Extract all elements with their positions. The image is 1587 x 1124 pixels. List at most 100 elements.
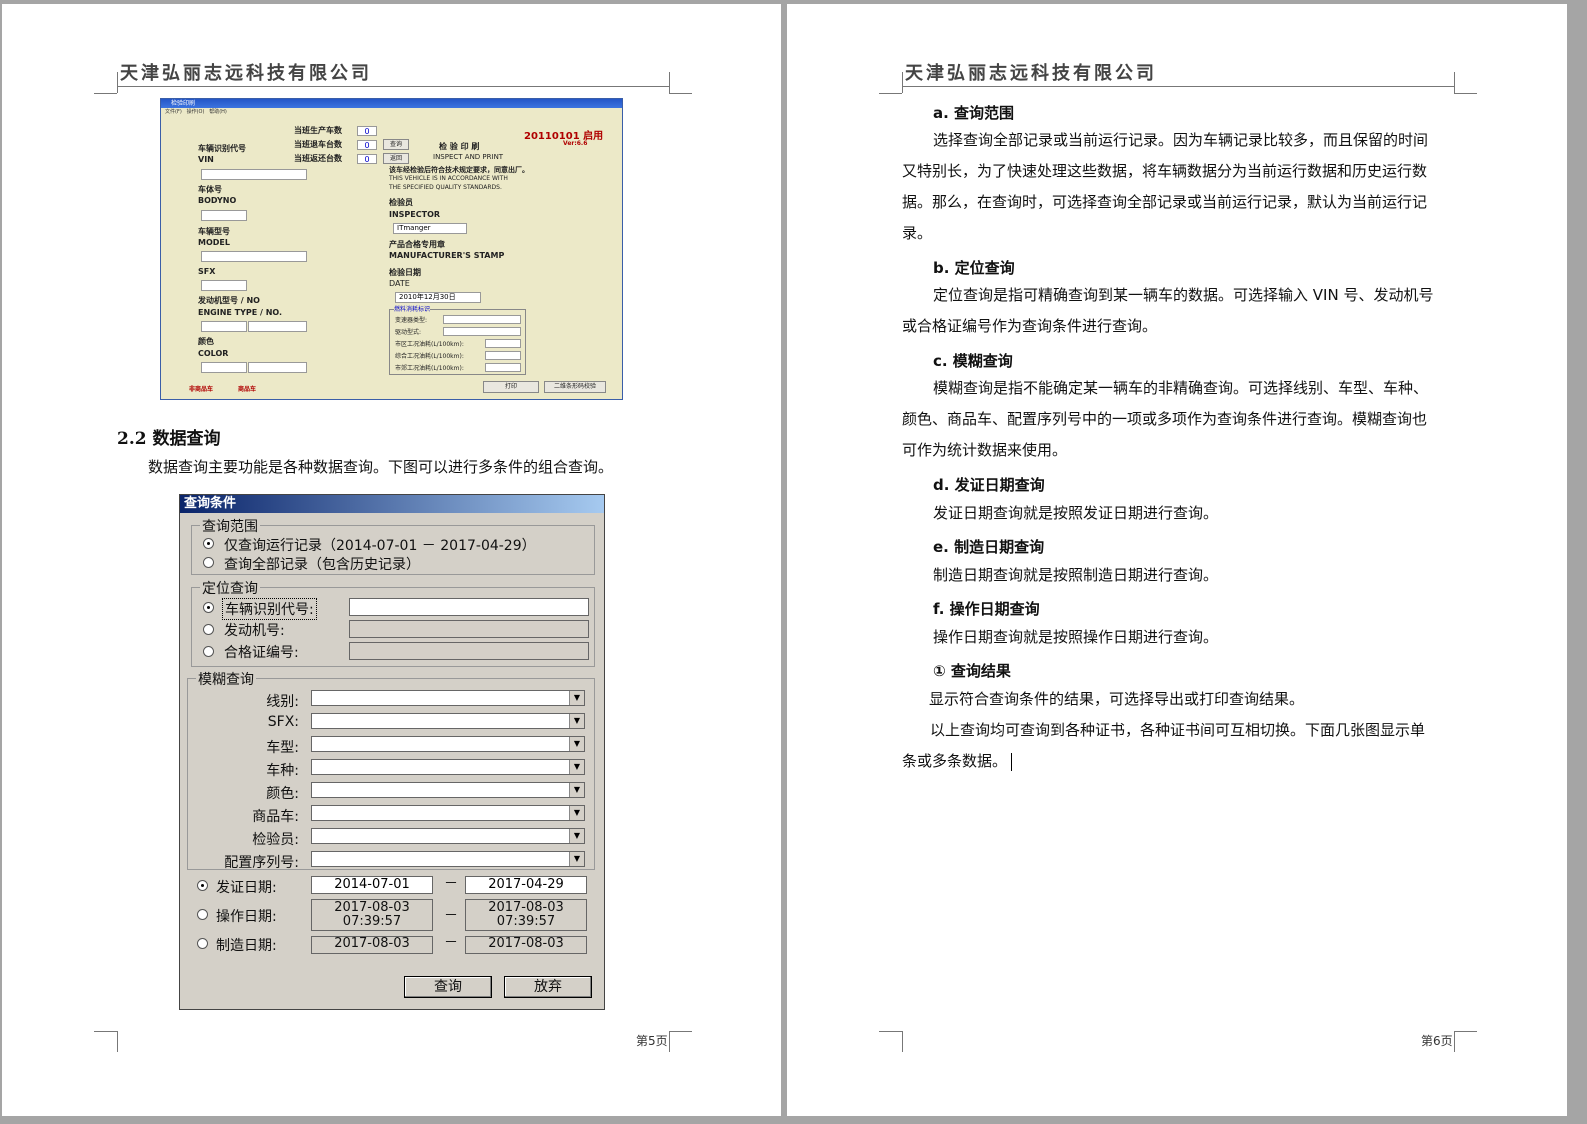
fuel-row-input[interactable]: [485, 351, 521, 360]
date-en: DATE: [389, 279, 410, 288]
corner-mark: [902, 72, 903, 93]
operate-date-from[interactable]: 2017-08-03 07:39:57: [311, 899, 433, 931]
dialog-query-button[interactable]: 查询: [404, 976, 492, 998]
manufacture-date-from[interactable]: 2017-08-03: [311, 936, 433, 954]
menu-item-help[interactable]: 帮助(H): [209, 109, 227, 115]
corner-mark: [94, 1031, 117, 1032]
model-input[interactable]: [201, 251, 307, 262]
inspect-app-menu: 文件(F) 操作(O) 帮助(H): [161, 108, 622, 116]
return-button[interactable]: 返回: [383, 153, 409, 164]
color-input-2[interactable]: [248, 362, 307, 373]
paragraph-line: 条或多条数据。: [902, 746, 1454, 777]
fuzzy-group: 模糊查询 线别: ▼ SFX: ▼ 车型: ▼ 车种: ▼ 颜色: ▼ 商品车:…: [187, 669, 595, 871]
chevron-down-icon[interactable]: ▼: [569, 806, 584, 820]
locate-radio-certificate[interactable]: [203, 646, 214, 657]
engine-no-input[interactable]: [248, 321, 307, 332]
range-radio-running[interactable]: [203, 538, 214, 549]
date-radio-operate[interactable]: [197, 909, 208, 920]
menu-item-operate[interactable]: 操作(O): [187, 109, 205, 115]
paragraph-d: 发证日期查询就是按照发证日期进行查询。: [933, 504, 1219, 522]
manufacture-date-to[interactable]: 2017-08-03: [465, 936, 587, 954]
subsection-title-e: e. 制造日期查询: [933, 538, 1045, 556]
paragraph-e: 制造日期查询就是按照制造日期进行查询。: [933, 566, 1219, 584]
chevron-down-icon[interactable]: ▼: [569, 691, 584, 705]
fuzzy-combo-type[interactable]: ▼: [311, 759, 585, 775]
query-button[interactable]: 查询: [383, 139, 409, 150]
inspector-input[interactable]: ITmanger: [393, 223, 467, 234]
range-group: 查询范围 仅查询运行记录（2014-07-01 － 2017-04-29） 查询…: [191, 516, 595, 575]
issue-date-to[interactable]: 2017-04-29: [465, 876, 587, 894]
vin-input[interactable]: [349, 598, 589, 616]
paragraph-line: 录。: [902, 224, 933, 242]
document-page-right: 天津弘丽志远科技有限公司 a. 查询范围 选择查询全部记录或当前运行记录。因为车…: [787, 4, 1567, 1116]
inspector-cn: 检验员: [389, 198, 413, 207]
locate-radio-vin[interactable]: [203, 602, 214, 613]
corner-mark: [1454, 1031, 1477, 1032]
print-button[interactable]: 打印: [483, 381, 539, 393]
paragraph-line: 据。那么，在查询时，可选择查询全部记录或当前运行记录，默认为当前运行记: [902, 193, 1428, 211]
radio-commercial[interactable]: 商品车: [238, 384, 256, 393]
chevron-down-icon[interactable]: ▼: [569, 737, 584, 751]
radio-non-commercial[interactable]: 非商品车: [189, 384, 213, 393]
fuzzy-combo-inspector[interactable]: ▼: [311, 828, 585, 844]
date-input[interactable]: 2010年12月30日: [395, 292, 481, 303]
bodyno-input[interactable]: [201, 210, 247, 221]
counter-value: 0: [357, 154, 377, 164]
center-title-en: INSPECT AND PRINT: [433, 153, 504, 161]
header-company: 天津弘丽志远科技有限公司: [120, 63, 372, 84]
fuzzy-combo-sfx[interactable]: ▼: [311, 713, 585, 729]
operate-date-to[interactable]: 2017-08-03 07:39:57: [465, 899, 587, 931]
range-radio-all[interactable]: [203, 557, 214, 568]
corner-mark: [1454, 72, 1455, 93]
date-separator: －: [444, 876, 458, 892]
chevron-down-icon[interactable]: ▼: [569, 783, 584, 797]
counter-label: 当班返还台数: [294, 154, 342, 163]
menu-item-file[interactable]: 文件(F): [165, 109, 182, 115]
fuel-row-input[interactable]: [485, 339, 521, 348]
paragraph-line: 以上查询均可查询到各种证书，各种证书间可互相切换。下面几张图显示单: [930, 721, 1426, 739]
fuel-row-input[interactable]: [443, 327, 521, 336]
fuzzy-combo-model[interactable]: ▼: [311, 736, 585, 752]
date-cn: 检验日期: [389, 268, 421, 277]
fuzzy-combo-commercial[interactable]: ▼: [311, 805, 585, 821]
locate-radio-engine[interactable]: [203, 624, 214, 635]
subsection-title-c: c. 模糊查询: [933, 352, 1013, 370]
fuel-group: 燃料消耗标识 变速器类型: 驱动型式: 市区工况油耗(L/100km): 综合工…: [389, 304, 526, 375]
engine-no-input[interactable]: [349, 620, 589, 638]
dialog-cancel-button[interactable]: 放弃: [504, 976, 592, 998]
engine-label-cn: 发动机型号 / NO: [198, 296, 260, 305]
chevron-down-icon[interactable]: ▼: [569, 852, 584, 866]
fuel-row-input[interactable]: [485, 363, 521, 372]
range-option-all: 查询全部记录（包含历史记录）: [224, 557, 420, 573]
inspect-app-screenshot: 检验印刷 文件(F) 操作(O) 帮助(H) 当班生产车数 0 当班退车台数 0…: [160, 98, 623, 400]
date-radio-manufacture[interactable]: [197, 938, 208, 949]
corner-mark: [879, 93, 902, 94]
compliance-en-2: THE SPECIFIED QUALITY STANDARDS.: [389, 184, 502, 191]
fuel-row-input[interactable]: [443, 315, 521, 324]
fuel-row-label: 变速器类型:: [395, 317, 428, 324]
date-separator: －: [444, 908, 458, 924]
certificate-no-input[interactable]: [349, 642, 589, 660]
sfx-input[interactable]: [201, 280, 247, 291]
engine-type-input[interactable]: [201, 321, 247, 332]
section-heading: 2.2 数据查询: [117, 429, 221, 449]
vin-input[interactable]: [201, 169, 307, 180]
chevron-down-icon[interactable]: ▼: [569, 829, 584, 843]
color-input[interactable]: [201, 362, 247, 373]
paragraph-line: 或合格证编号作为查询条件进行查询。: [902, 317, 1158, 335]
date-separator: －: [444, 935, 458, 951]
locate-label-engine: 发动机号:: [224, 623, 285, 639]
chevron-down-icon[interactable]: ▼: [569, 714, 584, 728]
paragraph-line: 颜色、商品车、配置序列号中的一项或多项作为查询条件进行查询。模糊查询也: [902, 410, 1428, 428]
corner-mark: [117, 72, 118, 93]
fuzzy-combo-color[interactable]: ▼: [311, 782, 585, 798]
fuzzy-combo-line[interactable]: ▼: [311, 690, 585, 706]
date-radio-issue[interactable]: [197, 880, 208, 891]
barcode-check-button[interactable]: 二维条形码校验: [544, 381, 606, 393]
vin-label-cn: 车辆识别代号: [198, 144, 246, 153]
fuzzy-combo-config[interactable]: ▼: [311, 851, 585, 867]
issue-date-from[interactable]: 2014-07-01: [311, 876, 433, 894]
fuel-row-label: 市区工况油耗(L/100km):: [395, 341, 464, 348]
chevron-down-icon[interactable]: ▼: [569, 760, 584, 774]
sfx-label: SFX: [198, 267, 216, 276]
